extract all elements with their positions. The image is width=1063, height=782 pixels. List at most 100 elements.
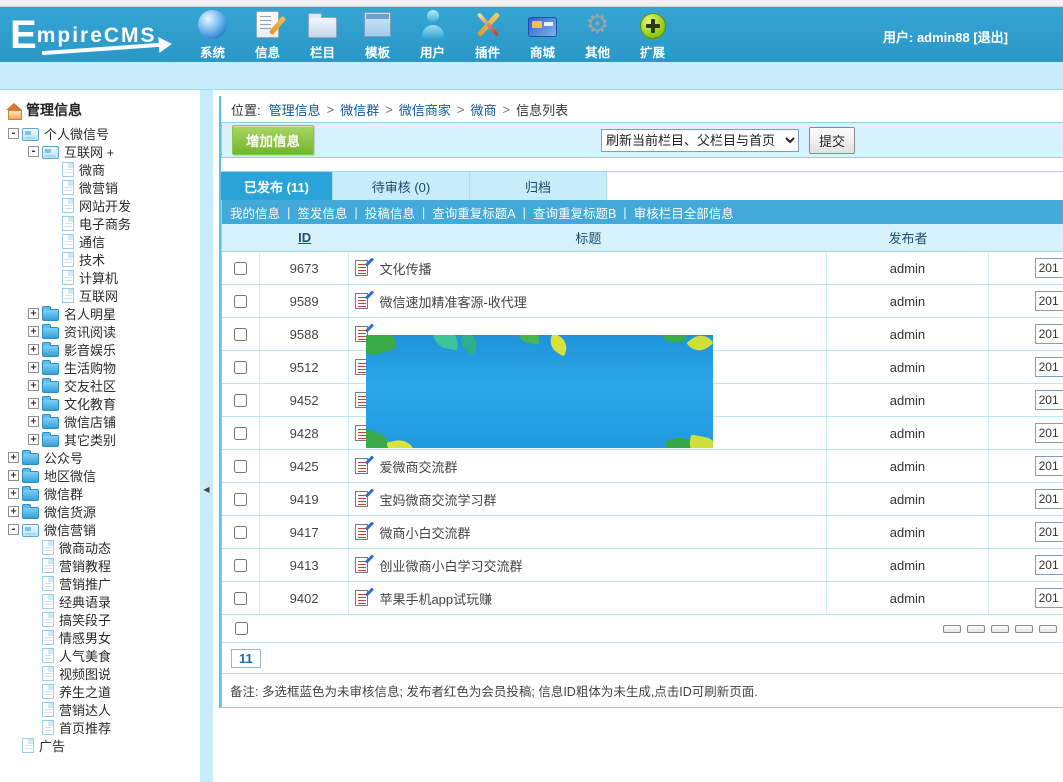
row-title-link[interactable]: 苹果手机app试玩赚 — [379, 589, 492, 608]
batch-action-button[interactable] — [1039, 625, 1057, 633]
tree-node-label[interactable]: 微信店铺 — [64, 412, 116, 431]
header-menu-item[interactable]: 扩展 — [625, 8, 680, 61]
row-date-input[interactable] — [1035, 555, 1063, 575]
batch-action-button[interactable] — [991, 625, 1009, 633]
row-date-input[interactable] — [1035, 291, 1063, 311]
tree-node-label[interactable]: 微信货源 — [44, 502, 96, 521]
header-menu-item[interactable]: 商城 — [515, 8, 570, 61]
filter-link[interactable]: 审核栏目全部信息 — [634, 203, 734, 222]
tree-item[interactable]: 微信营销 — [6, 520, 200, 538]
tree-expander-icon[interactable] — [8, 452, 19, 463]
batch-action-button[interactable] — [943, 625, 961, 633]
row-date-input[interactable] — [1035, 588, 1063, 608]
tree-item[interactable]: 营销达人 — [6, 700, 200, 718]
status-tab[interactable]: 待审核 (0) — [333, 172, 470, 200]
refresh-scope-select[interactable]: 刷新当前栏目、父栏目与首页 — [601, 129, 799, 152]
row-title-link[interactable]: 创业微商小白学习交流群 — [379, 556, 522, 575]
tree-node-label[interactable]: 搞笑段子 — [59, 610, 111, 629]
row-id-link[interactable]: 9402 — [290, 591, 319, 606]
tree-node-label[interactable]: 地区微信 — [44, 466, 96, 485]
breadcrumb-link[interactable]: 微信商家 — [399, 100, 451, 119]
tree-node-label[interactable]: 互联网 + — [64, 142, 114, 161]
breadcrumb-link[interactable]: 信息列表 — [516, 100, 568, 119]
tree-item[interactable]: 计算机 — [6, 268, 200, 286]
tree-expander-icon[interactable] — [28, 146, 39, 157]
status-tab[interactable]: 归档 — [470, 172, 607, 200]
row-id-link[interactable]: 9428 — [290, 426, 319, 441]
tree-node-label[interactable]: 广告 — [39, 736, 65, 755]
add-info-button[interactable]: 增加信息 — [232, 125, 314, 155]
tree-node-label[interactable]: 技术 — [79, 250, 105, 269]
tree-node-label[interactable]: 通信 — [79, 232, 105, 251]
filter-link[interactable]: 我的信息 — [230, 203, 280, 222]
row-checkbox[interactable] — [234, 262, 247, 275]
tree-node-label[interactable]: 首页推荐 — [59, 718, 111, 737]
tree-node-label[interactable]: 公众号 — [44, 448, 83, 467]
row-checkbox[interactable] — [234, 460, 247, 473]
tree-node-label[interactable]: 网站开发 — [79, 196, 131, 215]
tree-node-label[interactable]: 微商动态 — [59, 538, 111, 557]
row-id-link[interactable]: 9512 — [290, 360, 319, 375]
row-title-link[interactable]: 宝妈微商交流学习群 — [379, 490, 496, 509]
tree-item[interactable]: 首页推荐 — [6, 718, 200, 736]
row-id-link[interactable]: 9417 — [290, 525, 319, 540]
tree-item[interactable]: 微商动态 — [6, 538, 200, 556]
tree-expander-icon[interactable] — [28, 416, 39, 427]
tree-item[interactable]: 情感男女 — [6, 628, 200, 646]
row-id-link[interactable]: 9413 — [290, 558, 319, 573]
row-checkbox[interactable] — [234, 328, 247, 341]
batch-action-button[interactable] — [967, 625, 985, 633]
tree-node-label[interactable]: 微营销 — [79, 178, 118, 197]
tree-node-label[interactable]: 微信营销 — [44, 520, 96, 539]
tree-item[interactable]: 养生之道 — [6, 682, 200, 700]
tree-node-label[interactable]: 交友社区 — [64, 376, 116, 395]
tree-node-label[interactable]: 营销教程 — [59, 556, 111, 575]
row-id-link[interactable]: 9588 — [290, 327, 319, 342]
tree-node-label[interactable]: 情感男女 — [59, 628, 111, 647]
tree-item[interactable]: 个人微信号 — [6, 124, 200, 142]
batch-action-button[interactable] — [1015, 625, 1033, 633]
tree-item[interactable]: 生活购物 — [6, 358, 200, 376]
tree-item[interactable]: 电子商务 — [6, 214, 200, 232]
tree-item[interactable]: 视频图说 — [6, 664, 200, 682]
tree-item[interactable]: 公众号 — [6, 448, 200, 466]
tree-expander-icon[interactable] — [8, 488, 19, 499]
tree-item[interactable]: 微信货源 — [6, 502, 200, 520]
header-menu-item[interactable]: 模板 — [350, 8, 405, 61]
tree-node-label[interactable]: 名人明星 — [64, 304, 116, 323]
tree-node-label[interactable]: 养生之道 — [59, 682, 111, 701]
column-header-id[interactable]: ID — [298, 230, 311, 245]
tree-expander-icon[interactable] — [28, 362, 39, 373]
logout-link[interactable]: [退出] — [973, 30, 1008, 45]
tree-node-label[interactable]: 互联网 — [79, 286, 118, 305]
filter-link[interactable]: 签发信息 — [297, 203, 347, 222]
tree-node-label[interactable]: 人气美食 — [59, 646, 111, 665]
row-id-link[interactable]: 9452 — [290, 393, 319, 408]
sidebar-title[interactable]: 管理信息 — [0, 96, 200, 124]
tree-node-label[interactable]: 微商 — [79, 160, 105, 179]
row-date-input[interactable] — [1035, 522, 1063, 542]
tree-item[interactable]: 资讯阅读 — [6, 322, 200, 340]
row-checkbox[interactable] — [234, 526, 247, 539]
tree-expander-icon[interactable] — [8, 506, 19, 517]
header-menu-item[interactable]: 其他 — [570, 8, 625, 61]
tree-item[interactable]: 互联网 — [6, 286, 200, 304]
tree-expander-icon[interactable] — [8, 524, 19, 535]
tree-node-label[interactable]: 营销达人 — [59, 700, 111, 719]
edit-doc-icon[interactable] — [355, 590, 368, 606]
row-id-link[interactable]: 9589 — [290, 294, 319, 309]
tree-expander-icon[interactable] — [8, 470, 19, 481]
sidebar-collapse-icon[interactable] — [201, 483, 212, 497]
tree-node-label[interactable]: 计算机 — [79, 268, 118, 287]
header-menu-item[interactable]: 信息 — [240, 8, 295, 61]
edit-doc-icon[interactable] — [355, 260, 368, 276]
breadcrumb-link[interactable]: 管理信息 — [269, 100, 321, 119]
tree-item[interactable]: 技术 — [6, 250, 200, 268]
tree-item[interactable]: 影音娱乐 — [6, 340, 200, 358]
tree-expander-icon[interactable] — [8, 128, 19, 139]
tree-item[interactable]: 互联网 + — [6, 142, 200, 160]
tree-item[interactable]: 通信 — [6, 232, 200, 250]
tree-node-label[interactable]: 微信群 — [44, 484, 83, 503]
tree-item[interactable]: 微商 — [6, 160, 200, 178]
row-id-link[interactable]: 9419 — [290, 492, 319, 507]
